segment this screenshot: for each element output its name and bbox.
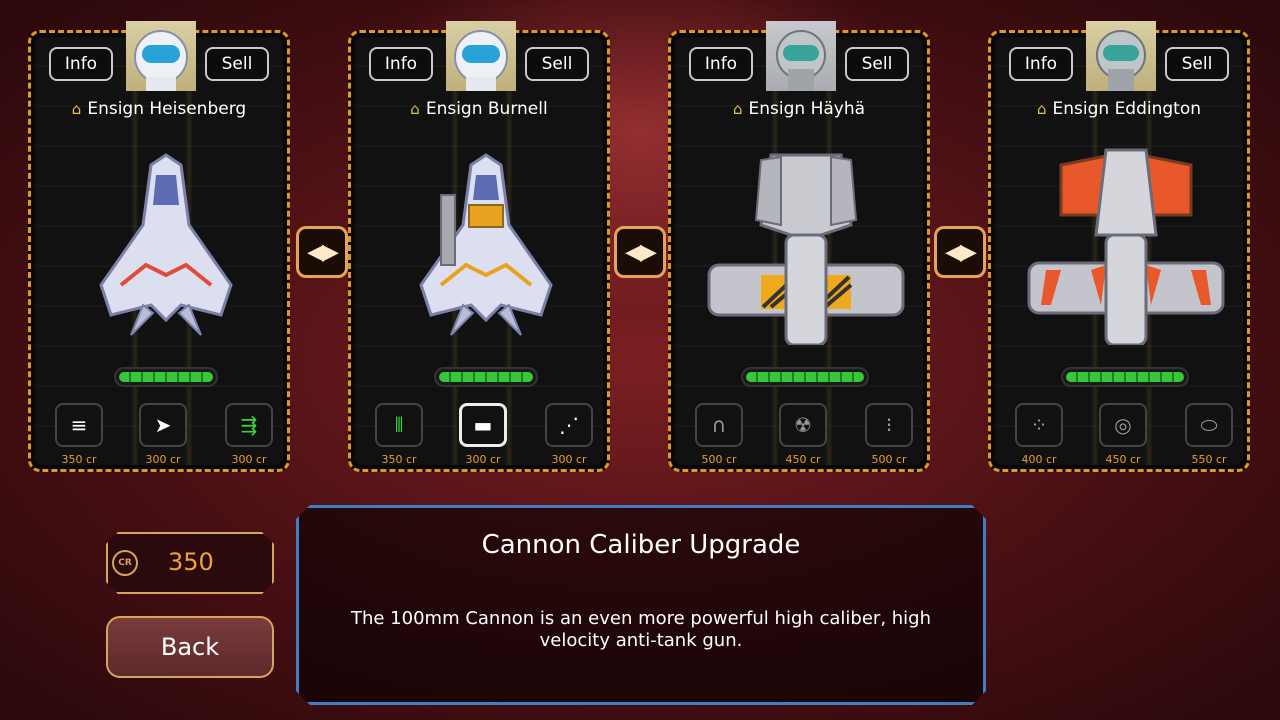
sell-button[interactable]: Sell <box>845 47 909 81</box>
pilot-name-text: Ensign Heisenberg <box>87 99 247 119</box>
upgrade-title: Cannon Caliber Upgrade <box>481 530 801 560</box>
chevron-rank-icon: ⌂ <box>71 100 82 118</box>
upgrade-description: The 100mm Cannon is an even more powerfu… <box>350 608 932 651</box>
cluster-icon: ⁘ <box>1015 403 1063 447</box>
cannon-caliber-icon: ▬ <box>459 403 507 447</box>
credits-value: 350 <box>168 548 214 576</box>
swap-arrows-icon[interactable]: ◀▶ <box>614 226 666 278</box>
pilot-portrait <box>1086 21 1156 91</box>
missile-icon: ➤ <box>139 403 187 447</box>
upgrade-slot-3[interactable]: ⬭ 550 cr <box>1185 403 1233 465</box>
pilot-name: ⌂ Ensign Eddington <box>995 99 1243 119</box>
upgrade-slot-3[interactable]: ⇶ 300 cr <box>225 403 273 465</box>
sell-button[interactable]: Sell <box>525 47 589 81</box>
credits-icon: CR <box>112 550 138 576</box>
upgrade-slot-2[interactable]: ☢ 450 cr <box>779 403 827 465</box>
pilot-name: ⌂ Ensign Häyhä <box>675 99 923 119</box>
upgrade-slot-1[interactable]: ⁘ 400 cr <box>1015 403 1063 465</box>
card-background: Info Sell ⌂ Ensign Häyhä ∩ 500 cr ☢ 450 cr … <box>675 37 923 465</box>
upgrade-slot-2[interactable]: ◎ 450 cr <box>1099 403 1147 465</box>
ship-image[interactable] <box>61 145 271 345</box>
upgrade-price: 500 cr <box>871 453 907 465</box>
chevron-rank-icon: ⌂ <box>732 100 743 118</box>
chevron-rank-icon: ⌂ <box>1036 100 1047 118</box>
upgrade-slot-3[interactable]: ⁝ 500 cr <box>865 403 913 465</box>
upgrade-price: 350 cr <box>61 453 97 465</box>
health-bar <box>741 367 869 387</box>
upgrade-price: 550 cr <box>1191 453 1227 465</box>
upgrade-slot-1[interactable]: ≡ 350 cr <box>55 403 103 465</box>
upgrade-slot-2[interactable]: ➤ 300 cr <box>139 403 187 465</box>
upgrade-price: 450 cr <box>785 453 821 465</box>
info-button[interactable]: Info <box>49 47 113 81</box>
chevron-rank-icon: ⌂ <box>410 100 420 118</box>
sell-button[interactable]: Sell <box>1165 47 1229 81</box>
swap-arrows-icon[interactable]: ◀▶ <box>296 226 348 278</box>
pilot-name: ⌂ Ensign Burnell <box>355 99 603 119</box>
upgrade-slot-1[interactable]: ⦀ 350 cr <box>375 403 423 465</box>
twin-bullets-icon: ≡ <box>55 403 103 447</box>
pilot-portrait <box>446 21 516 91</box>
pilot-name-text: Ensign Eddington <box>1052 99 1202 119</box>
ship-card-3: Info Sell ⌂ Ensign Häyhä ∩ 500 cr ☢ 450 cr … <box>668 21 930 472</box>
info-button[interactable]: Info <box>1009 47 1073 81</box>
ship-image[interactable] <box>1021 145 1231 345</box>
back-button[interactable]: Back <box>106 616 274 678</box>
swap-arrows-icon[interactable]: ◀▶ <box>934 226 986 278</box>
spread-shot-icon: ⋰ <box>545 403 593 447</box>
upgrade-price: 300 cr <box>145 453 181 465</box>
shield-blade-icon: ⬭ <box>1185 403 1233 447</box>
gatling-icon: ⦀ <box>375 403 423 447</box>
pilot-portrait <box>126 21 196 91</box>
upgrade-description-panel: Cannon Caliber Upgrade The 100mm Cannon … <box>296 505 986 705</box>
upgrade-price: 300 cr <box>551 453 587 465</box>
ship-image[interactable] <box>701 145 911 345</box>
upgrade-slot-1[interactable]: ∩ 500 cr <box>695 403 743 465</box>
ship-card-1: Info Sell ⌂ Ensign Heisenberg ≡ 350 cr ➤ 30… <box>28 21 290 472</box>
ship-image[interactable] <box>381 145 591 345</box>
upgrade-price: 400 cr <box>1021 453 1057 465</box>
ship-card-4: Info Sell ⌂ Ensign Eddington ⁘ 400 cr ◎ 450… <box>988 21 1250 472</box>
health-bar <box>1061 367 1189 387</box>
upgrade-price: 350 cr <box>381 453 417 465</box>
pilot-name: ⌂ Ensign Heisenberg <box>35 99 283 119</box>
card-background: Info Sell ⌂ Ensign Eddington ⁘ 400 cr ◎ 450… <box>995 37 1243 465</box>
info-button[interactable]: Info <box>689 47 753 81</box>
upgrade-slot-2[interactable]: ▬ 300 cr <box>459 403 507 465</box>
radiation-icon: ☢ <box>779 403 827 447</box>
pulse-icon: ◎ <box>1099 403 1147 447</box>
sell-button[interactable]: Sell <box>205 47 269 81</box>
info-button[interactable]: Info <box>369 47 433 81</box>
pilot-name-text: Ensign Burnell <box>425 99 548 119</box>
card-background: Info Sell ⌂ Ensign Heisenberg ≡ 350 cr ➤ 30… <box>35 37 283 465</box>
magnet-icon: ∩ <box>695 403 743 447</box>
health-bar <box>114 367 218 387</box>
upgrade-price: 500 cr <box>701 453 737 465</box>
ship-card-2: Info Sell ⌂ Ensign Burnell ⦀ 350 cr ▬ 300 c… <box>348 21 610 472</box>
health-bar <box>434 367 538 387</box>
upgrade-price: 450 cr <box>1105 453 1141 465</box>
card-background: Info Sell ⌂ Ensign Burnell ⦀ 350 cr ▬ 300 c… <box>355 37 603 465</box>
upgrade-slot-3[interactable]: ⋰ 300 cr <box>545 403 593 465</box>
upgrade-price: 300 cr <box>465 453 501 465</box>
ammo-icon: ⁝ <box>865 403 913 447</box>
laser-plus-icon: ⇶ <box>225 403 273 447</box>
pilot-name-text: Ensign Häyhä <box>748 99 866 119</box>
pilot-portrait <box>766 21 836 91</box>
credits-display: CR 350 <box>106 532 274 594</box>
upgrade-price: 300 cr <box>231 453 267 465</box>
